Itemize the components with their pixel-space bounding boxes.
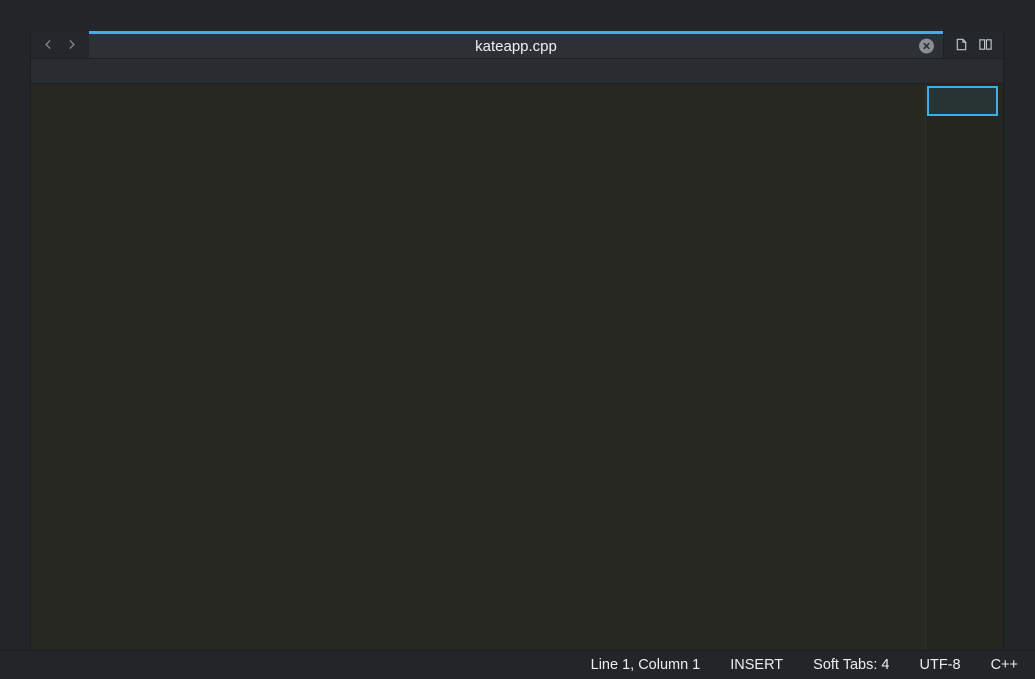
tab-bar: kateapp.cpp <box>31 31 1003 59</box>
back-button[interactable] <box>42 38 55 51</box>
breadcrumb <box>31 59 1003 84</box>
new-document-icon[interactable] <box>954 37 969 52</box>
code-area[interactable] <box>31 84 925 650</box>
minimap-scrollbar[interactable] <box>925 84 1003 650</box>
left-toolview-bar <box>0 31 31 650</box>
menu-bar <box>0 0 1035 31</box>
editor <box>31 84 1003 650</box>
tab-mode[interactable]: Soft Tabs: 4 <box>813 657 889 673</box>
kate-window: kateapp.cpp <box>0 0 1035 679</box>
cursor-position[interactable]: Line 1, Column 1 <box>591 657 701 673</box>
split-view-icon[interactable] <box>978 37 993 52</box>
history-nav <box>31 31 89 58</box>
chevron-right-icon <box>65 38 78 51</box>
chevron-left-icon <box>42 38 55 51</box>
tab-title: kateapp.cpp <box>475 38 557 55</box>
encoding[interactable]: UTF-8 <box>919 657 960 673</box>
language-mode[interactable]: C++ <box>991 657 1018 673</box>
tab-actions <box>943 31 1003 58</box>
minimap-viewport[interactable] <box>927 86 998 116</box>
minimap-canvas <box>926 84 1003 650</box>
forward-button[interactable] <box>65 38 78 51</box>
status-fields: Line 1, Column 1 INSERT Soft Tabs: 4 UTF… <box>591 657 1035 673</box>
main-area: kateapp.cpp <box>0 31 1035 650</box>
center-column: kateapp.cpp <box>31 31 1003 650</box>
right-toolview-bar <box>1003 31 1035 650</box>
status-bar: Line 1, Column 1 INSERT Soft Tabs: 4 UTF… <box>0 650 1035 679</box>
tab-close-icon[interactable] <box>918 38 935 55</box>
tab-kateapp-cpp[interactable]: kateapp.cpp <box>89 31 943 58</box>
input-mode[interactable]: INSERT <box>730 657 783 673</box>
